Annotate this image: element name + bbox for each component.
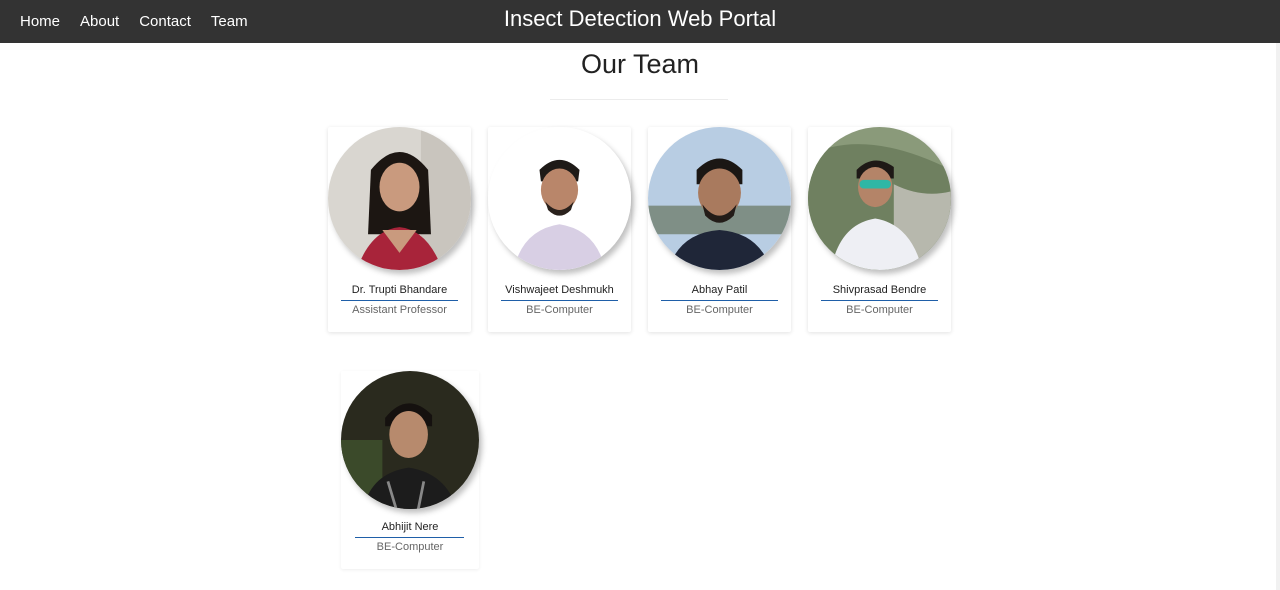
name-underline <box>355 537 464 538</box>
member-photo <box>488 127 631 270</box>
member-role: BE-Computer <box>686 304 753 316</box>
member-name: Abhijit Nere <box>381 521 439 533</box>
member-photo <box>648 127 791 270</box>
name-underline <box>501 300 618 301</box>
navbar: Home About Contact Team Insect Detection… <box>0 0 1280 43</box>
site-title: Insect Detection Web Portal <box>503 6 777 31</box>
member-photo-illustration <box>648 127 791 270</box>
name-underline <box>821 300 938 301</box>
team-card: Abhijit Nere BE-Computer <box>341 371 479 569</box>
member-photo <box>341 371 479 509</box>
team-card: Shivprasad Bendre BE-Computer <box>808 127 951 332</box>
team-card: Dr. Trupti Bhandare Assistant Professor <box>328 127 471 332</box>
member-role: BE-Computer <box>376 541 444 553</box>
member-name: Vishwajeet Deshmukh <box>505 284 614 296</box>
heading-divider <box>550 99 728 100</box>
member-photo-illustration <box>808 127 951 270</box>
team-card: Abhay Patil BE-Computer <box>648 127 791 332</box>
member-name: Abhay Patil <box>691 284 748 296</box>
name-underline <box>341 300 458 301</box>
member-photo-illustration <box>488 127 631 270</box>
member-name: Shivprasad Bendre <box>832 284 927 296</box>
member-photo <box>328 127 471 270</box>
scrollbar[interactable] <box>1276 43 1280 590</box>
team-card: Vishwajeet Deshmukh BE-Computer <box>488 127 631 332</box>
member-photo <box>808 127 951 270</box>
member-role: Assistant Professor <box>352 304 447 316</box>
member-name: Dr. Trupti Bhandare <box>351 284 448 296</box>
member-role: BE-Computer <box>526 304 593 316</box>
member-photo-illustration <box>328 127 471 270</box>
page-heading: Our Team <box>580 49 700 79</box>
member-role: BE-Computer <box>846 304 913 316</box>
name-underline <box>661 300 778 301</box>
member-photo-illustration <box>341 371 479 509</box>
